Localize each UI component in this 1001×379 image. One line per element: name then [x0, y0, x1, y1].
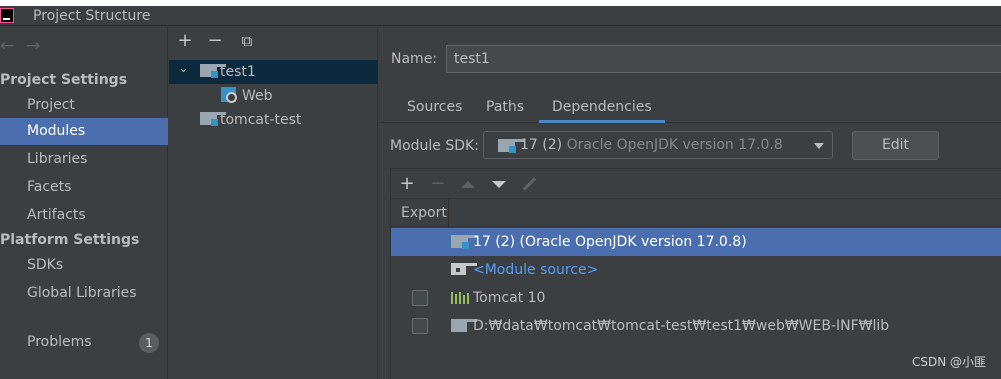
module-tree-toolbar: + − ⧉ — [169, 27, 378, 57]
dependency-row-module-source[interactable]: <Module source> — [391, 256, 1001, 284]
dependency-label: <Module source> — [473, 262, 599, 278]
dependency-label: D:₩data₩tomcat₩tomcat-test₩test1₩web₩WEB… — [473, 318, 890, 334]
edit-sdk-button[interactable]: Edit — [852, 131, 939, 160]
project-structure-window: Project Structure ← → Project Settings P… — [0, 0, 1001, 379]
sdk-version: 17 (2) — [520, 137, 563, 153]
dependency-row-tomcat[interactable]: Tomcat 10 — [391, 284, 1001, 312]
dependency-row-lib-folder[interactable]: D:₩data₩tomcat₩tomcat-test₩test1₩web₩WEB… — [391, 312, 1001, 340]
section-project-settings: Project Settings — [0, 72, 128, 88]
move-up-icon[interactable] — [458, 174, 478, 194]
module-tree-pane: + − ⧉ ⌄ test1 Web tomcat-test — [169, 27, 378, 379]
nav-item-artifacts[interactable]: Artifacts — [0, 202, 168, 229]
nav-item-modules[interactable]: Modules — [0, 118, 168, 145]
tree-node-test1[interactable]: ⌄ test1 — [169, 60, 378, 84]
section-platform-settings: Platform Settings — [0, 232, 140, 248]
dependency-row-jdk[interactable]: 17 (2) (Oracle OpenJDK version 17.0.8) — [391, 228, 1001, 256]
jdk-folder-icon — [451, 235, 477, 249]
nav-item-sdks[interactable]: SDKs — [0, 252, 168, 279]
watermark: CSDN @小匪 — [911, 355, 986, 369]
library-icon — [451, 292, 469, 304]
sdk-description: Oracle OpenJDK version 17.0.8 — [566, 137, 783, 153]
tree-node-label: tomcat-test — [220, 112, 302, 128]
tab-dependencies[interactable]: Dependencies — [539, 93, 665, 123]
tree-node-label: test1 — [220, 64, 256, 80]
problems-count-badge: 1 — [139, 333, 159, 353]
dropdown-arrow-icon — [814, 143, 824, 149]
add-dependency-button[interactable]: + — [397, 174, 417, 194]
remove-module-button[interactable]: − — [205, 31, 225, 51]
export-checkbox[interactable] — [412, 318, 428, 334]
dependency-label: Tomcat 10 — [473, 290, 546, 306]
nav-item-facets[interactable]: Facets — [0, 174, 168, 201]
module-folder-icon — [200, 112, 226, 126]
left-nav: ← → Project Settings Project Modules Lib… — [0, 27, 168, 379]
module-name-input[interactable]: test1 — [446, 45, 1001, 73]
tree-node-label: Web — [242, 88, 273, 104]
module-details: Name: test1 Sources Paths Dependencies M… — [379, 27, 1001, 379]
nav-item-global-libraries[interactable]: Global Libraries — [0, 280, 168, 307]
move-down-icon[interactable] — [489, 174, 509, 194]
problems-label: Problems — [27, 334, 92, 350]
nav-item-libraries[interactable]: Libraries — [0, 146, 168, 173]
title-bar: Project Structure — [0, 6, 1001, 26]
tab-sources[interactable]: Sources — [394, 93, 475, 123]
remove-dependency-button[interactable]: − — [428, 174, 448, 194]
edit-pencil-icon[interactable] — [520, 174, 540, 194]
export-column-header[interactable]: Export — [391, 199, 449, 227]
dependencies-table: + − Export 17 (2) (Oracle OpenJDK versio… — [390, 168, 1001, 379]
back-arrow-icon[interactable]: ← — [0, 36, 14, 56]
add-module-button[interactable]: + — [175, 31, 195, 51]
expand-chevron-icon[interactable]: ⌄ — [178, 57, 189, 81]
nav-item-problems[interactable]: Problems 1 — [0, 329, 168, 356]
module-folder-icon — [200, 64, 226, 78]
dependencies-header: Export — [391, 199, 1001, 227]
module-sdk-label: Module SDK: — [390, 138, 479, 154]
name-label: Name: — [391, 51, 438, 67]
module-source-icon — [451, 263, 477, 275]
copy-module-button[interactable]: ⧉ — [237, 31, 257, 51]
nav-item-project[interactable]: Project — [0, 92, 168, 119]
folder-icon — [451, 319, 477, 332]
jdk-folder-icon — [498, 139, 524, 153]
tree-node-web[interactable]: Web — [169, 84, 378, 108]
module-tabs: Sources Paths Dependencies — [379, 93, 1001, 123]
export-checkbox[interactable] — [412, 290, 428, 306]
dependency-label: 17 (2) (Oracle OpenJDK version 17.0.8) — [473, 234, 747, 250]
intellij-logo-icon — [0, 8, 14, 23]
tree-node-tomcat-test[interactable]: tomcat-test — [169, 108, 378, 132]
module-sdk-dropdown[interactable]: 17 (2) Oracle OpenJDK version 17.0.8 — [483, 131, 833, 159]
dependencies-toolbar: + − — [391, 169, 1001, 199]
tab-paths[interactable]: Paths — [473, 93, 537, 123]
web-facet-icon — [221, 87, 238, 104]
forward-arrow-icon[interactable]: → — [26, 36, 40, 56]
window-title: Project Structure — [33, 8, 151, 24]
